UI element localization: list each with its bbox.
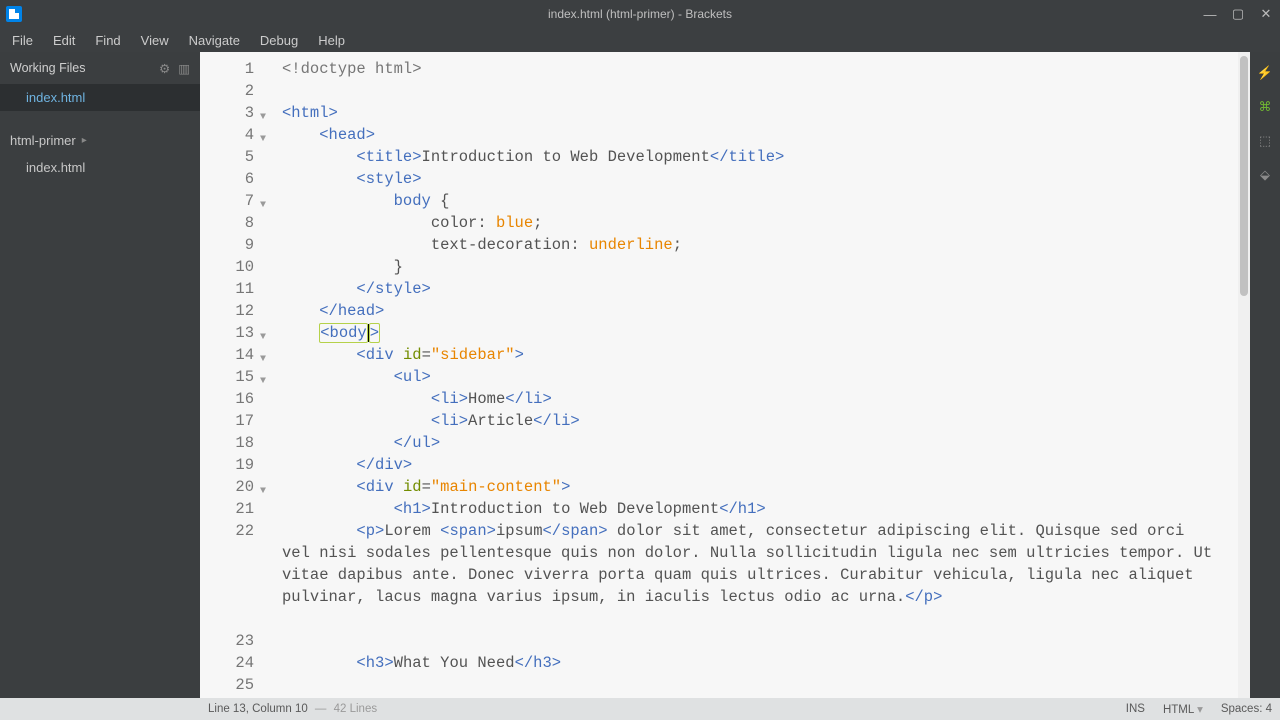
close-button[interactable]: ✕ [1252, 0, 1280, 28]
ext-icon-2[interactable]: ⬙ [1256, 166, 1274, 184]
window-title: index.html (html-primer) - Brackets [548, 7, 732, 21]
working-file-index[interactable]: index.html [0, 84, 200, 111]
minimize-button[interactable]: — [1196, 0, 1224, 28]
chevron-down-icon: ▸ [82, 135, 87, 146]
project-name: html-primer [10, 133, 76, 148]
status-sep: — [312, 703, 330, 715]
status-bar: Line 13, Column 10 — 42 Lines INS HTML ▾… [0, 698, 1280, 720]
sidebar: Working Files ⚙ ▥ index.html html-primer… [0, 52, 200, 698]
menu-help[interactable]: Help [308, 28, 355, 52]
fold-toggle[interactable]: ▼ [260, 349, 266, 371]
indent-setting[interactable]: Spaces: 4 [1221, 703, 1272, 715]
code-area[interactable]: <!doctype html><html> <head> <title>Intr… [262, 52, 1250, 698]
menu-navigate[interactable]: Navigate [179, 28, 250, 52]
menu-file[interactable]: File [2, 28, 43, 52]
brackets-logo-icon [6, 6, 22, 22]
line-gutter: 123▼4▼567▼8910111213▼14▼15▼1617181920▼21… [200, 52, 262, 698]
working-files-header: Working Files ⚙ ▥ [0, 52, 200, 84]
title-bar: index.html (html-primer) - Brackets — ▢ … [0, 0, 1280, 28]
language-mode[interactable]: HTML ▾ [1163, 702, 1203, 716]
scrollbar-thumb[interactable] [1240, 56, 1248, 296]
total-lines: 42 Lines [334, 703, 377, 715]
editor[interactable]: 123▼4▼567▼8910111213▼14▼15▼1617181920▼21… [200, 52, 1250, 698]
project-dropdown[interactable]: html-primer ▸ [0, 127, 200, 154]
split-view-icon[interactable]: ▥ [178, 61, 190, 76]
vertical-scrollbar[interactable] [1238, 52, 1250, 698]
working-files-label: Working Files [10, 61, 85, 75]
menu-bar: File Edit Find View Navigate Debug Help [0, 28, 1280, 52]
insert-mode[interactable]: INS [1126, 703, 1145, 715]
fold-toggle[interactable]: ▼ [260, 129, 266, 151]
menu-find[interactable]: Find [85, 28, 130, 52]
fold-toggle[interactable]: ▼ [260, 327, 266, 349]
fold-toggle[interactable]: ▼ [260, 371, 266, 393]
ext-icon-1[interactable]: ⬚ [1256, 132, 1274, 150]
gear-icon[interactable]: ⚙ [159, 61, 170, 76]
fold-toggle[interactable]: ▼ [260, 195, 266, 217]
maximize-button[interactable]: ▢ [1224, 0, 1252, 28]
right-toolbar: ⚡ ⌘ ⬚ ⬙ [1250, 52, 1280, 698]
fold-toggle[interactable]: ▼ [260, 107, 266, 129]
fold-toggle[interactable]: ▼ [260, 481, 266, 503]
menu-view[interactable]: View [131, 28, 179, 52]
extension-manager-icon[interactable]: ⌘ [1256, 98, 1274, 116]
live-preview-icon[interactable]: ⚡ [1256, 64, 1274, 82]
menu-debug[interactable]: Debug [250, 28, 308, 52]
cursor-position[interactable]: Line 13, Column 10 [208, 703, 308, 715]
project-file-index[interactable]: index.html [0, 154, 200, 181]
menu-edit[interactable]: Edit [43, 28, 85, 52]
